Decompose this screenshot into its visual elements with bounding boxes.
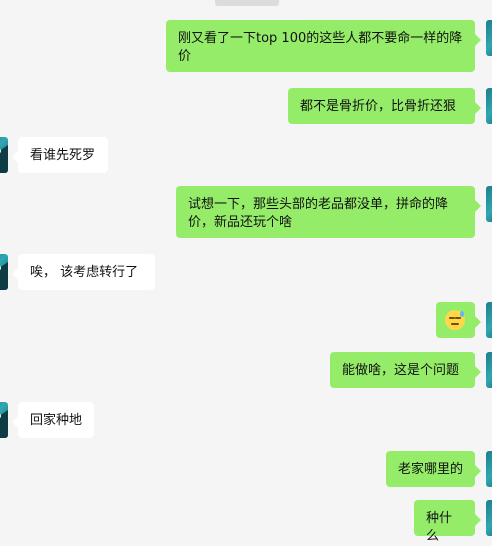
avatar[interactable] xyxy=(486,186,492,222)
avatar[interactable] xyxy=(486,451,492,487)
scroll-top-indicator xyxy=(215,0,279,6)
sweat-smile-emoji-icon xyxy=(445,310,465,330)
avatar[interactable] xyxy=(486,88,492,124)
avatar[interactable] xyxy=(0,402,8,438)
message-bubble-sent[interactable]: 种什么 xyxy=(414,500,481,544)
avatar[interactable] xyxy=(0,254,8,290)
message-bubble-sent[interactable]: 能做啥，这是个问题 xyxy=(330,352,481,388)
message-bubble-sent[interactable]: 试想一下，那些头部的老品都没单，拼命的降价，新品还玩个啥 xyxy=(176,186,481,238)
avatar[interactable] xyxy=(486,500,492,536)
message-bubble-sent[interactable]: 刚又看了一下top 100的这些人都不要命一样的降价 xyxy=(166,20,481,72)
message-bubble-received[interactable]: 回家种地 xyxy=(12,402,94,438)
avatar[interactable] xyxy=(486,352,492,388)
message-bubble-sent[interactable]: 都不是骨折价，比骨折还狠 xyxy=(288,88,481,124)
avatar[interactable] xyxy=(486,302,492,338)
message-bubble-received[interactable]: 唉， 该考虑转行了 xyxy=(12,254,155,290)
avatar[interactable] xyxy=(486,20,492,56)
message-bubble-sent[interactable] xyxy=(436,302,481,338)
avatar[interactable] xyxy=(0,137,8,173)
message-bubble-sent[interactable]: 老家哪里的 xyxy=(386,451,481,487)
message-bubble-received[interactable]: 看谁先死罗 xyxy=(12,137,108,173)
